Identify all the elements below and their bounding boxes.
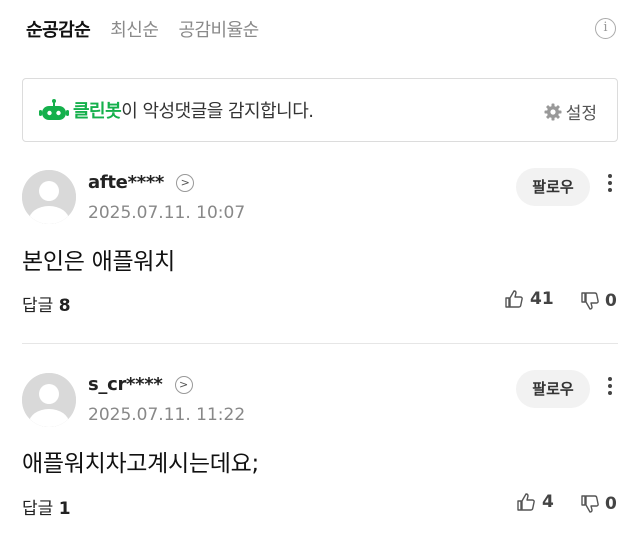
dislike-count: 0 — [605, 494, 617, 514]
cleanbot-settings-button[interactable]: 설정 — [543, 99, 597, 124]
reply-button[interactable]: 답글 8 — [22, 291, 71, 316]
username-text: afte**** — [88, 172, 165, 193]
like-button[interactable]: 41 — [504, 289, 554, 309]
reply-count: 1 — [58, 499, 71, 519]
reply-label: 답글 — [22, 499, 54, 519]
tab-sort-latest[interactable]: 최신순 — [110, 16, 159, 42]
tab-sort-sympathy[interactable]: 순공감순 — [26, 16, 91, 42]
thumbs-down-icon — [581, 292, 599, 310]
comment-text: 애플워치차고계시는데요; — [22, 451, 259, 477]
follow-button[interactable]: 팔로우 — [516, 370, 590, 408]
more-options-icon[interactable] — [604, 171, 616, 199]
like-count: 41 — [530, 289, 554, 309]
tab-sort-ratio[interactable]: 공감비율순 — [178, 16, 259, 42]
like-button[interactable]: 4 — [516, 492, 554, 512]
reply-count: 8 — [58, 296, 71, 316]
username-text: s_cr**** — [88, 374, 163, 395]
cleanbot-brand: 클린봇 — [73, 101, 122, 122]
comment-username[interactable]: s_cr**** > — [88, 374, 193, 395]
avatar[interactable] — [22, 373, 76, 427]
comment-date: 2025.07.11. 10:07 — [88, 203, 246, 223]
thumbs-down-icon — [581, 495, 599, 513]
cleanbot-text: 이 악성댓글을 감지합니다. — [121, 101, 314, 122]
follow-button[interactable]: 팔로우 — [516, 168, 590, 206]
thumbs-up-icon — [505, 290, 523, 308]
reply-label: 답글 — [22, 296, 54, 316]
sort-tabs: 순공감순 최신순 공감비율순 — [26, 14, 279, 44]
avatar[interactable] — [22, 170, 76, 224]
like-count: 4 — [542, 492, 554, 512]
thumbs-up-icon — [517, 493, 535, 511]
info-icon[interactable]: i — [595, 18, 616, 39]
more-options-icon[interactable] — [604, 374, 616, 402]
settings-label: 설정 — [565, 104, 597, 124]
dislike-count: 0 — [605, 291, 617, 311]
cleanbot-banner: 클린봇 이 악성댓글을 감지합니다. 설정 — [22, 78, 618, 142]
robot-icon — [39, 99, 69, 120]
chevron-right-icon[interactable]: > — [176, 174, 195, 192]
comment-username[interactable]: afte**** > — [88, 172, 195, 193]
gear-icon — [544, 103, 562, 120]
dislike-button[interactable]: 0 — [580, 494, 617, 514]
comment-date: 2025.07.11. 11:22 — [88, 405, 246, 425]
chevron-right-icon[interactable]: > — [174, 376, 193, 394]
comment-text: 본인은 애플워치 — [22, 249, 176, 275]
reply-button[interactable]: 답글 1 — [22, 494, 71, 519]
default-avatar-icon — [22, 170, 76, 224]
comment-divider — [22, 343, 618, 344]
dislike-button[interactable]: 0 — [580, 291, 617, 311]
default-avatar-icon — [22, 373, 76, 427]
